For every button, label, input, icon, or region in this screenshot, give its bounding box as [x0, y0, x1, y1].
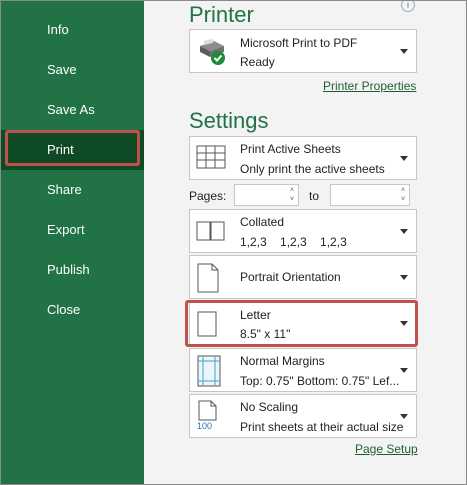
sidebar-item-export[interactable]: Export: [1, 210, 144, 250]
sidebar-item-close[interactable]: Close: [1, 290, 144, 330]
printer-status: Ready: [240, 55, 275, 69]
chevron-down-icon: [400, 156, 408, 161]
scaling-title: No Scaling: [240, 400, 299, 414]
print-panel: i Printer Microsoft Print to PDF Ready P…: [144, 1, 466, 484]
sheet-grid-icon: [196, 145, 226, 174]
sidebar-item-info[interactable]: Info: [1, 10, 144, 50]
print-what-dropdown[interactable]: Print Active Sheets Only print the activ…: [189, 136, 417, 180]
sidebar-item-save[interactable]: Save: [1, 50, 144, 90]
sidebar-item-publish[interactable]: Publish: [1, 250, 144, 290]
chevron-down-icon: [400, 368, 408, 373]
orientation-title: Portrait Orientation: [240, 270, 341, 284]
settings-heading: Settings: [189, 108, 269, 133]
margins-title: Normal Margins: [240, 354, 325, 368]
page-setup-link[interactable]: Page Setup: [355, 442, 418, 456]
chevron-down-icon: [400, 414, 408, 419]
pages-to-label: to: [309, 189, 320, 203]
print-highlight-box: [5, 130, 140, 166]
info-icon[interactable]: i: [401, 1, 415, 12]
print-what-title: Print Active Sheets: [240, 142, 341, 156]
scaling-percent-label: 100: [197, 421, 213, 431]
sidebar-item-share[interactable]: Share: [1, 170, 144, 210]
printer-heading: Printer: [189, 2, 254, 27]
sidebar-item-save-as[interactable]: Save As: [1, 90, 144, 130]
collation-title: Collated: [240, 215, 285, 229]
spinner-arrows-icon[interactable]: ˄ ˅: [399, 186, 407, 204]
paper-size-highlight-box: [185, 300, 418, 347]
chevron-down-icon: [400, 275, 408, 280]
pages-from-input[interactable]: ˄ ˅: [234, 184, 299, 206]
orientation-dropdown[interactable]: Portrait Orientation: [189, 255, 417, 299]
margins-dropdown[interactable]: Normal Margins Top: 0.75" Bottom: 0.75" …: [189, 348, 417, 392]
printer-dropdown[interactable]: Microsoft Print to PDF Ready: [189, 29, 417, 73]
scaling-page-icon: 100: [196, 400, 222, 434]
backstage-window: Info Save Save As Print Share Export Pub…: [0, 0, 467, 485]
print-what-desc: Only print the active sheets: [240, 162, 385, 176]
margins-page-icon: [196, 355, 222, 392]
chevron-down-icon: [400, 229, 408, 234]
pages-to-input[interactable]: ˄ ˅: [330, 184, 410, 206]
scaling-desc: Print sheets at their actual size: [240, 420, 404, 434]
portrait-page-icon: [196, 263, 220, 298]
printer-name: Microsoft Print to PDF: [240, 36, 358, 50]
collation-dropdown[interactable]: Collated 1,2,3 1,2,3 1,2,3: [189, 209, 417, 253]
printer-properties-link[interactable]: Printer Properties: [323, 79, 416, 93]
pages-label: Pages:: [189, 189, 227, 203]
printer-ready-icon: [196, 38, 228, 71]
collation-desc: 1,2,3 1,2,3 1,2,3: [240, 235, 347, 249]
scaling-dropdown[interactable]: 100 No Scaling Print sheets at their act…: [189, 394, 417, 438]
margins-desc: Top: 0.75" Bottom: 0.75" Lef...: [240, 374, 400, 388]
chevron-down-icon: [400, 49, 408, 54]
backstage-sidebar: Info Save Save As Print Share Export Pub…: [1, 1, 144, 484]
spinner-arrows-icon[interactable]: ˄ ˅: [288, 186, 296, 204]
collated-pages-icon: [196, 221, 226, 246]
